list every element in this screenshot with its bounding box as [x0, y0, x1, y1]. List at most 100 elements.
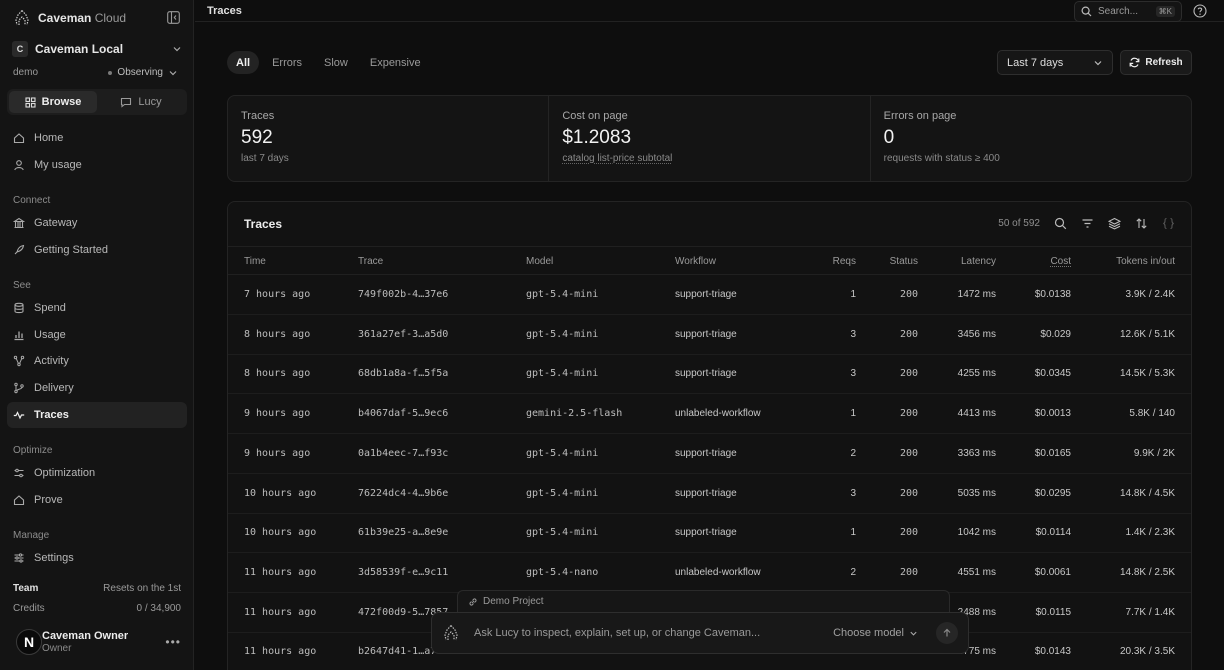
row-count: 50 of 592: [998, 218, 1040, 229]
brand[interactable]: Caveman Cloud: [13, 9, 126, 27]
cell-cost: $0.0061: [1034, 566, 1071, 578]
json-braces-icon[interactable]: [1162, 217, 1175, 230]
environment-status[interactable]: Observing: [108, 67, 178, 78]
stat-sub: last 7 days: [241, 153, 289, 164]
avatar: N: [16, 629, 42, 655]
cell-workflow: unlabeled-workflow: [675, 408, 761, 420]
nav-gateway[interactable]: Gateway: [7, 210, 187, 236]
col-cost[interactable]: Cost: [1050, 256, 1071, 267]
cell-tokens: 7.7K / 1.4K: [1125, 606, 1175, 618]
cell-workflow: support-triage: [675, 487, 737, 499]
nav-settings[interactable]: Settings: [7, 545, 187, 571]
cell-trace: 61b39e25-a…8e9e: [358, 527, 449, 539]
filter-icon[interactable]: [1081, 217, 1094, 230]
table-row[interactable]: 10 hours ago 76224dc4-4…9b6e gpt-5.4-mini s…: [228, 474, 1191, 514]
team-reset-text: Resets on the 1st: [103, 583, 181, 594]
cell-model: gpt-5.4-mini: [526, 368, 599, 380]
cell-cost: $0.0013: [1034, 408, 1071, 420]
cell-status: 200: [899, 527, 918, 539]
cell-model: gpt-5.4-nano: [526, 566, 599, 578]
environment-status-label: Observing: [117, 67, 163, 78]
environment-row[interactable]: demo Observing: [13, 67, 178, 78]
col-trace[interactable]: Trace: [358, 256, 383, 267]
nav-traces-label: Traces: [34, 409, 69, 421]
section-manage: Manage: [13, 530, 50, 541]
home-icon: [13, 495, 25, 506]
activity-icon: [13, 355, 25, 367]
table-row[interactable]: 9 hours ago b4067daf-5…9ec6 gemini-2.5-fla…: [228, 394, 1191, 435]
sidebar: Caveman Cloud C Caveman Local demo Obser…: [0, 0, 194, 670]
col-reqs[interactable]: Reqs: [833, 256, 856, 267]
link-icon: [469, 597, 477, 606]
stat-value: 0: [883, 127, 895, 148]
model-select-label: Choose model: [833, 627, 904, 639]
refresh-button[interactable]: Refresh: [1120, 50, 1192, 75]
model-select[interactable]: Choose model: [833, 627, 918, 639]
lucy-prompt-input[interactable]: Ask Lucy to inspect, explain, set up, or…: [474, 627, 833, 639]
cell-time: 10 hours ago: [244, 527, 317, 539]
nav-prove[interactable]: Prove: [7, 487, 187, 513]
nav-traces[interactable]: Traces: [7, 402, 187, 428]
cell-latency: 5035 ms: [957, 487, 996, 499]
more-options-icon[interactable]: •••: [165, 635, 181, 649]
caveman-logo-icon: [15, 10, 29, 26]
nav-usage[interactable]: Usage: [7, 322, 187, 348]
col-tokens[interactable]: Tokens in/out: [1116, 256, 1175, 267]
table-tools: 50 of 592: [998, 217, 1175, 230]
col-workflow[interactable]: Workflow: [675, 256, 716, 267]
table-row[interactable]: 7 hours ago 749f002b-4…37e6 gpt-5.4-mini su…: [228, 275, 1191, 315]
col-latency[interactable]: Latency: [961, 256, 996, 267]
col-model[interactable]: Model: [526, 256, 553, 267]
cell-status: 200: [899, 289, 918, 300]
help-icon[interactable]: [1193, 4, 1207, 18]
date-range-value: Last 7 days: [1007, 56, 1064, 69]
cell-tokens: 14.8K / 4.5K: [1119, 487, 1175, 499]
cell-cost: $0.0138: [1034, 289, 1071, 300]
col-status[interactable]: Status: [890, 256, 918, 267]
nav-settings-label: Settings: [34, 552, 74, 564]
arrow-up-icon: [943, 628, 951, 637]
user-menu[interactable]: N Caveman Owner Owner •••: [16, 627, 181, 657]
home-icon: [13, 133, 25, 144]
tab-errors[interactable]: Errors: [263, 51, 311, 74]
search-input[interactable]: Search... ⌘K: [1074, 1, 1182, 22]
org-avatar: C: [12, 41, 28, 57]
send-button[interactable]: [936, 622, 958, 644]
project-chip[interactable]: Demo Project: [457, 590, 950, 612]
table-title: Traces: [244, 217, 283, 231]
browse-mode-button[interactable]: Browse: [9, 91, 97, 113]
nav-optimization[interactable]: Optimization: [7, 460, 187, 486]
date-range-select[interactable]: Last 7 days: [997, 50, 1113, 75]
caveman-logo-icon: [444, 625, 458, 641]
cell-cost: $0.0345: [1034, 368, 1071, 380]
lucy-mode-button[interactable]: Lucy: [97, 91, 185, 113]
user-name: Caveman Owner: [42, 630, 129, 642]
nav-activity[interactable]: Activity: [7, 348, 187, 374]
section-optimize: Optimize: [13, 445, 53, 456]
table-row[interactable]: 9 hours ago 0a1b4eec-7…f93c gpt-5.4-mini su…: [228, 434, 1191, 474]
search-placeholder: Search...: [1098, 6, 1139, 17]
cell-trace: 361a27ef-3…a5d0: [358, 328, 449, 340]
table-row[interactable]: 8 hours ago 361a27ef-3…a5d0 gpt-5.4-mini su…: [228, 315, 1191, 355]
search-icon[interactable]: [1054, 217, 1067, 230]
nav-my-usage[interactable]: My usage: [7, 152, 187, 178]
org-switcher[interactable]: C Caveman Local: [12, 40, 182, 58]
nav-delivery-label: Delivery: [34, 382, 74, 394]
sidebar-collapse-icon[interactable]: [167, 11, 180, 24]
nav-getting-started[interactable]: Getting Started: [7, 237, 187, 263]
sliders-icon: [14, 468, 24, 478]
nav-home[interactable]: Home: [7, 125, 187, 151]
tab-slow[interactable]: Slow: [315, 51, 357, 74]
tab-expensive[interactable]: Expensive: [361, 51, 430, 74]
col-time[interactable]: Time: [244, 256, 266, 267]
chevron-down-icon: [1094, 60, 1102, 65]
table-row[interactable]: 8 hours ago 68db1a8a-f…5f5a gpt-5.4-mini su…: [228, 354, 1191, 395]
nav-delivery[interactable]: Delivery: [7, 375, 187, 401]
table-row[interactable]: 10 hours ago 61b39e25-a…8e9e gpt-5.4-mini s…: [228, 513, 1191, 554]
cell-model: gemini-2.5-flash: [526, 408, 623, 420]
table-row[interactable]: 11 hours ago 3d58539f-e…9c11 gpt-5.4-nano u…: [228, 553, 1191, 593]
nav-spend[interactable]: Spend: [7, 295, 187, 321]
tab-all[interactable]: All: [227, 51, 260, 74]
sort-icon[interactable]: [1135, 217, 1148, 230]
layers-icon[interactable]: [1108, 217, 1121, 230]
